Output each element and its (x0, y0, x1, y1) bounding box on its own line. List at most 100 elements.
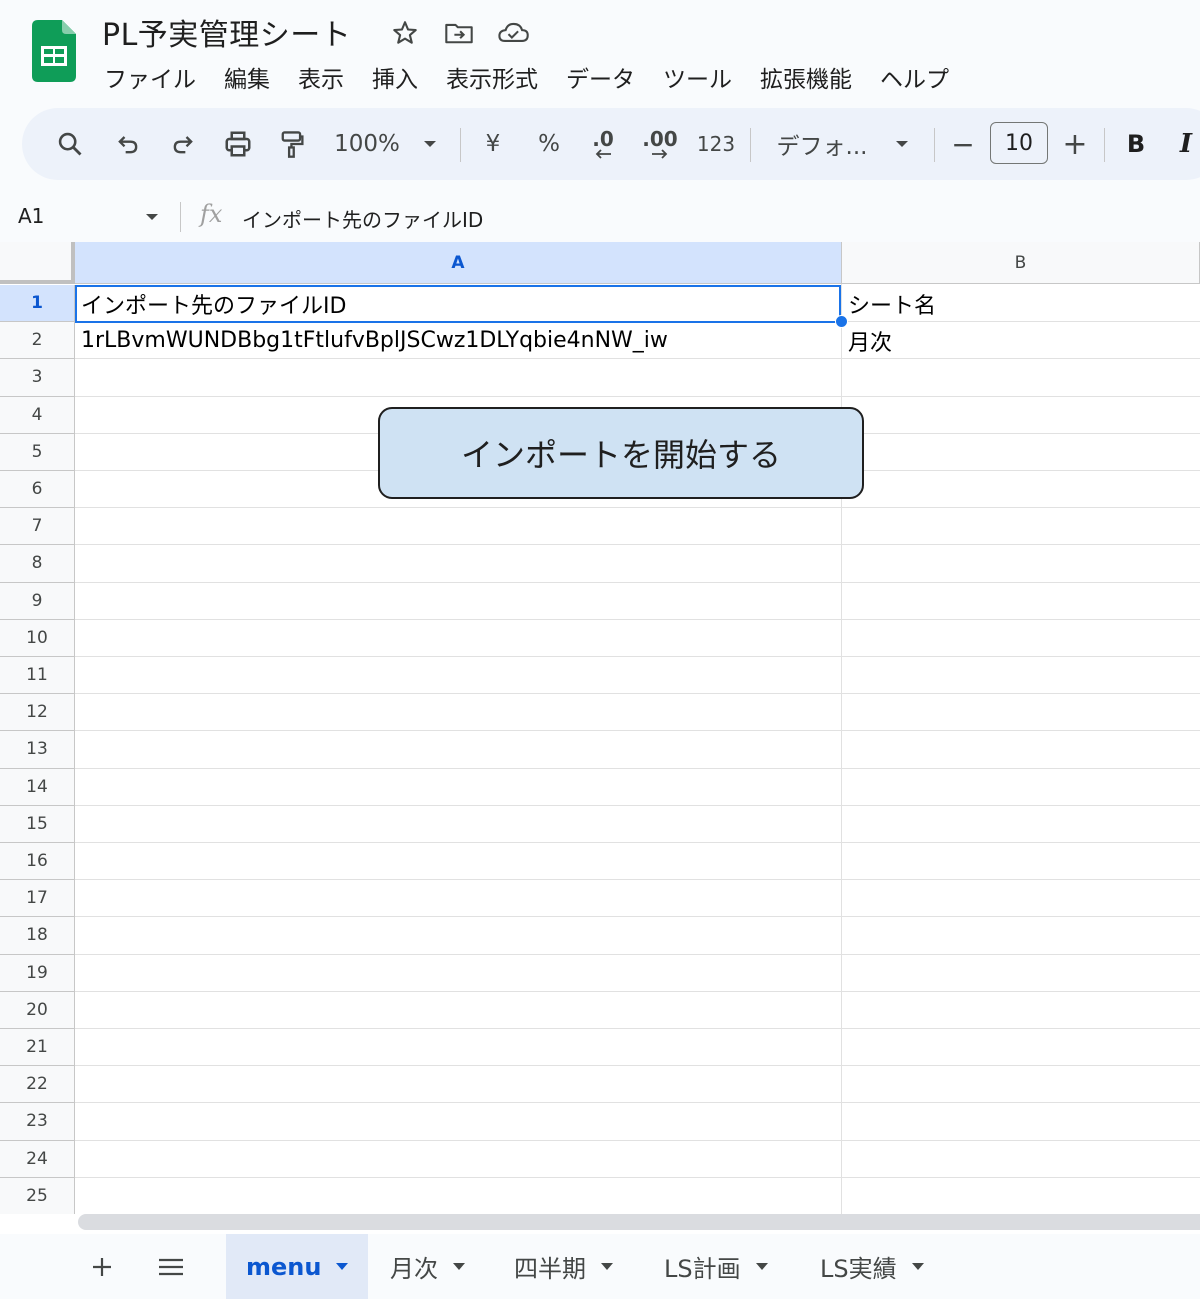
row-header-13[interactable]: 13 (0, 731, 75, 769)
zoom-select[interactable]: 100% (332, 108, 402, 180)
decrease-decimal-label: .0 (592, 127, 614, 151)
import-start-button[interactable]: インポートを開始する (378, 407, 864, 499)
sheet-tab-label: LS実績 (820, 1255, 897, 1283)
cell-b1[interactable]: シート名 (842, 285, 1200, 322)
redo-icon[interactable] (165, 108, 201, 180)
cloud-saved-icon[interactable] (496, 16, 530, 50)
print-icon[interactable] (220, 108, 256, 180)
name-box[interactable]: A1 (18, 204, 44, 228)
sheet-tab-chevron-down-icon[interactable] (335, 1262, 349, 1271)
undo-icon[interactable] (110, 108, 146, 180)
bold-button[interactable]: B (1122, 108, 1150, 180)
menu-format[interactable]: 表示形式 (446, 60, 538, 94)
star-icon[interactable] (388, 16, 422, 50)
sheet-tab-monthly[interactable]: 月次 (370, 1234, 494, 1299)
row-header-23[interactable]: 23 (0, 1103, 75, 1141)
row-header-1[interactable]: 1 (0, 285, 75, 323)
row-header-15[interactable]: 15 (0, 805, 75, 843)
row-header-10[interactable]: 10 (0, 619, 75, 657)
row-header-7[interactable]: 7 (0, 508, 75, 546)
row-divider (75, 581, 1200, 583)
cell-a2[interactable]: 1rLBvmWUNDBbg1tFtlufvBplJSCwz1DLYqbie4nN… (75, 322, 841, 359)
sheet-tab-chevron-down-icon[interactable] (600, 1262, 614, 1271)
menu-insert[interactable]: 挿入 (372, 60, 418, 94)
row-header-18[interactable]: 18 (0, 917, 75, 955)
move-folder-icon[interactable] (442, 16, 476, 50)
row-divider (75, 1102, 1200, 1104)
paint-format-icon[interactable] (274, 108, 310, 180)
sheet-tab-chevron-down-icon[interactable] (452, 1262, 466, 1271)
row-divider (75, 730, 1200, 732)
percent-format-button[interactable]: % (532, 108, 566, 180)
search-icon[interactable] (52, 108, 88, 180)
menu-file[interactable]: ファイル (104, 60, 196, 94)
row-header-14[interactable]: 14 (0, 768, 75, 806)
add-sheet-icon[interactable] (84, 1234, 120, 1299)
font-size-input[interactable]: 10 (990, 122, 1048, 164)
sheet-tab-label: 四半期 (514, 1255, 586, 1283)
cell-b2[interactable]: 月次 (842, 322, 1200, 359)
row-header-5[interactable]: 5 (0, 433, 75, 471)
row-header-4[interactable]: 4 (0, 396, 75, 434)
decrease-font-size-button[interactable]: − (948, 108, 978, 180)
menu-edit[interactable]: 編集 (224, 60, 270, 94)
row-header-19[interactable]: 19 (0, 954, 75, 992)
sheet-tab-chevron-down-icon[interactable] (755, 1262, 769, 1271)
number-format-button[interactable]: 123 (696, 108, 736, 180)
font-chevron-down-icon[interactable] (892, 108, 912, 180)
formula-input[interactable]: インポート先のファイルID (242, 204, 483, 233)
row-header-16[interactable]: 16 (0, 843, 75, 881)
menu-view[interactable]: 表示 (298, 60, 344, 94)
row-divider (75, 804, 1200, 806)
fill-handle[interactable] (835, 315, 848, 328)
toolbar-divider (1104, 128, 1105, 162)
spreadsheet-grid[interactable]: A B 1 2 3 4 5 6 7 8 9 10 11 12 13 14 15 16 17 18 19 20 21 22 2… (0, 242, 1200, 1214)
document-title[interactable]: PL予実管理シート (102, 10, 351, 54)
row-header-12[interactable]: 12 (0, 694, 75, 732)
fx-icon: fx (200, 200, 223, 228)
row-header-2[interactable]: 2 (0, 322, 75, 360)
menu-extensions[interactable]: 拡張機能 (760, 60, 852, 94)
sheet-tab-quarterly[interactable]: 四半期 (494, 1234, 644, 1299)
row-divider (75, 618, 1200, 620)
row-header-17[interactable]: 17 (0, 880, 75, 918)
column-header-b[interactable]: B (842, 242, 1200, 284)
horizontal-scrollbar-thumb[interactable] (78, 1214, 1200, 1230)
currency-format-button[interactable]: ¥ (478, 108, 508, 180)
sheets-logo-icon[interactable] (32, 20, 76, 82)
sheet-tab-label: 月次 (390, 1255, 438, 1283)
menu-help[interactable]: ヘルプ (880, 60, 949, 94)
select-all-corner[interactable] (0, 242, 75, 284)
sheet-tab-ls-actual[interactable]: LS実績 (800, 1234, 960, 1299)
row-header-22[interactable]: 22 (0, 1066, 75, 1104)
arrow-left-icon (595, 149, 611, 159)
sheet-tab-ls-plan[interactable]: LS計画 (644, 1234, 800, 1299)
horizontal-scrollbar[interactable] (0, 1214, 1200, 1234)
all-sheets-menu-icon[interactable] (152, 1234, 190, 1299)
row-header-20[interactable]: 20 (0, 991, 75, 1029)
row-header-9[interactable]: 9 (0, 582, 75, 620)
zoom-chevron-down-icon[interactable] (420, 108, 440, 180)
decrease-decimal-button[interactable]: .0 (585, 108, 621, 180)
increase-decimal-button[interactable]: .00 (640, 108, 680, 180)
italic-button[interactable]: I (1174, 108, 1198, 180)
sheet-tab-menu[interactable]: menu (226, 1234, 368, 1299)
row-header-24[interactable]: 24 (0, 1140, 75, 1178)
row-divider (75, 953, 1200, 955)
menu-data[interactable]: データ (566, 60, 635, 94)
font-select[interactable]: デフォ... (774, 108, 870, 180)
increase-font-size-button[interactable]: + (1060, 108, 1090, 180)
sheet-tab-chevron-down-icon[interactable] (911, 1262, 925, 1271)
row-header-25[interactable]: 25 (0, 1177, 75, 1214)
row-divider (75, 1028, 1200, 1029)
name-box-chevron-down-icon[interactable] (144, 212, 160, 222)
row-header-8[interactable]: 8 (0, 545, 75, 583)
row-header-6[interactable]: 6 (0, 471, 75, 509)
row-header-3[interactable]: 3 (0, 359, 75, 397)
row-header-11[interactable]: 11 (0, 657, 75, 695)
column-header-a[interactable]: A (75, 242, 842, 284)
row-divider (75, 842, 1200, 843)
menu-tools[interactable]: ツール (663, 60, 732, 94)
row-divider (75, 879, 1200, 881)
row-header-21[interactable]: 21 (0, 1029, 75, 1067)
